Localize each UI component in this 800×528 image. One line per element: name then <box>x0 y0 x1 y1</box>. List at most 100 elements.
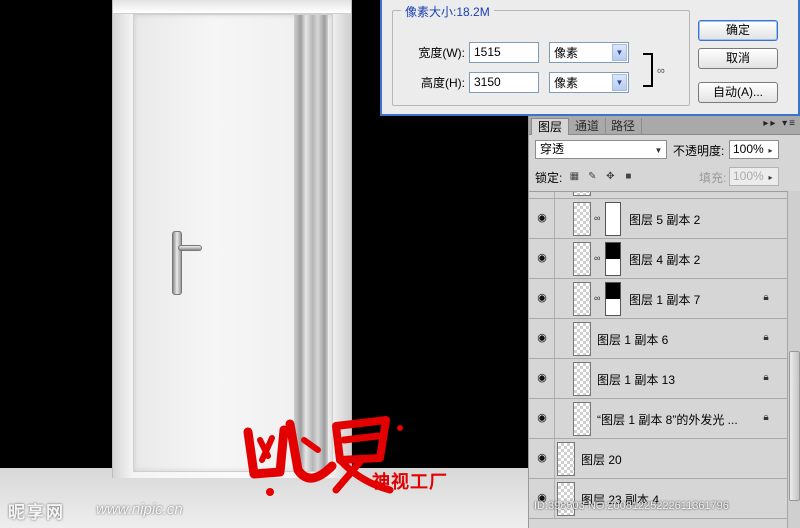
door-panel <box>133 14 333 472</box>
lock-label: 锁定: <box>535 170 563 185</box>
eye-icon[interactable]: ◉ <box>533 331 551 345</box>
layer-row[interactable]: ◉ 图层 1 副本 13 🔒︎ <box>529 359 787 399</box>
layer-mask-thumbnail[interactable] <box>605 202 621 236</box>
eye-icon[interactable]: ◉ <box>533 371 551 385</box>
lock-transparency-icon[interactable]: ▦ <box>568 171 580 183</box>
pixel-dimensions-group: 像素大小:18.2M 宽度(W): 1515 像素 ▼ 高度(H): 3150 … <box>392 3 690 106</box>
layer-mask-thumbnail[interactable] <box>605 282 621 316</box>
image-size-dialog: 像素大小:18.2M 宽度(W): 1515 像素 ▼ 高度(H): 3150 … <box>380 0 800 116</box>
width-unit-select[interactable]: 像素 ▼ <box>549 41 629 63</box>
layer-name: “图层 1 副本 8”的外发光 ... <box>597 413 738 427</box>
width-input[interactable]: 1515 <box>469 41 539 63</box>
pixel-dimensions-title: 像素大小:18.2M <box>401 3 494 20</box>
layer-row[interactable]: ◉ 图层 20 <box>529 439 787 479</box>
layer-mask-thumbnail[interactable] <box>605 242 621 276</box>
layer-name: 图层 5 副本 2 <box>629 213 701 227</box>
blend-mode-select[interactable]: 穿透 ▼ <box>535 140 667 159</box>
eye-icon[interactable]: ◉ <box>533 451 551 465</box>
layer-thumbnail <box>573 192 591 196</box>
lock-icon: 🔒︎ <box>763 412 769 423</box>
layer-row[interactable]: ◉ ∞ 图层 4 副本 2 <box>529 239 787 279</box>
layer-name: 图层 1 副本 7 <box>629 293 701 307</box>
layer-row[interactable]: ◉ “图层 1 副本 8”的外发光 ... 🔒︎ <box>529 399 787 439</box>
opacity-value: 100% <box>733 142 764 156</box>
fill-value: 100% <box>733 169 764 183</box>
lock-move-icon[interactable]: ✥ <box>604 171 616 183</box>
fill-label: 填充: <box>699 171 727 185</box>
visibility-column: ◉ <box>529 359 555 399</box>
logo-slogan: 神视工厂 <box>372 472 448 493</box>
height-input[interactable]: 3150 <box>469 71 539 93</box>
door-frame <box>112 0 352 478</box>
layer-row[interactable]: ◉ ∞ 图层 1 副本 7 🔒︎ <box>529 279 787 319</box>
layer-list: ◉ ∞ 图层 5 副本 2 ◉ ∞ 图层 4 副本 2 ◉ ∞ 图层 1 副本 … <box>529 191 787 528</box>
eye-icon[interactable]: ◉ <box>533 291 551 305</box>
layer-thumbnail <box>557 442 575 476</box>
door-handle-lever <box>178 245 202 251</box>
visibility-column: ◉ <box>529 319 555 359</box>
height-row: 高度(H): 3150 像素 ▼ <box>401 71 629 93</box>
lock-icon: 🔒︎ <box>763 372 769 383</box>
chain-link-icon: ∞ <box>594 253 601 263</box>
triangle-right-icon[interactable]: ▸ <box>764 142 777 159</box>
width-unit-value: 像素 <box>554 45 579 60</box>
chain-link-icon: ∞ <box>594 213 601 223</box>
ok-button[interactable]: 确定 <box>698 20 778 41</box>
scrollbar-thumb[interactable] <box>789 351 800 501</box>
fill-field[interactable]: 100% ▸ <box>729 167 779 186</box>
chevron-down-icon: ▼ <box>654 146 663 155</box>
door-handle <box>172 231 202 295</box>
cancel-button[interactable]: 取消 <box>698 48 778 69</box>
lock-brush-icon[interactable]: ✎ <box>586 171 598 183</box>
height-unit-value: 像素 <box>554 75 579 90</box>
layer-thumbnail <box>573 402 591 436</box>
layer-name: 图层 4 副本 2 <box>629 253 701 267</box>
visibility-column: ◉ <box>529 479 555 519</box>
visibility-column: ◉ <box>529 399 555 439</box>
visibility-column: ◉ <box>529 279 555 319</box>
triangle-right-icon[interactable]: ▸ <box>764 169 777 186</box>
tab-channels[interactable]: 通道 <box>569 118 607 135</box>
opacity-field[interactable]: 100% ▸ <box>729 140 779 159</box>
chain-link-icon: ∞ <box>594 293 601 303</box>
image-id-watermark: ID:398503 NO:20081225222611361796 <box>534 500 729 512</box>
chain-link-icon: ∞ <box>657 65 665 77</box>
layer-row[interactable]: ◉ 图层 1 副本 6 🔒︎ <box>529 319 787 359</box>
layer-name: 图层 20 <box>581 453 622 467</box>
chevron-down-icon: ▼ <box>612 43 627 61</box>
auto-button[interactable]: 自动(A)... <box>698 82 778 103</box>
layer-thumbnail <box>573 362 591 396</box>
layer-row[interactable]: ◉ 图层 23 副本 4 <box>529 479 787 519</box>
eye-icon[interactable]: ◉ <box>533 211 551 225</box>
layers-panel: 图层 通道 路径 ▸▸ ▾≡ 穿透 ▼ 不透明度: 100% ▸ 锁定: ▦ ✎… <box>528 116 800 528</box>
chevron-down-icon: ▼ <box>612 73 627 91</box>
layer-thumbnail <box>573 322 591 356</box>
door-frame-top <box>113 0 351 14</box>
panel-menu-icon[interactable]: ▸▸ ▾≡ <box>763 118 797 129</box>
visibility-column: ◉ <box>529 439 555 479</box>
constrain-bracket <box>643 53 653 87</box>
layer-row[interactable]: ◉ ∞ 图层 5 副本 2 <box>529 199 787 239</box>
layer-list-scrollbar[interactable] <box>787 191 800 528</box>
width-row: 宽度(W): 1515 像素 ▼ <box>401 41 629 63</box>
site-watermark: 昵享网 www.nipic.cn <box>0 494 530 524</box>
panel-tab-bar: 图层 通道 路径 ▸▸ ▾≡ <box>529 116 800 135</box>
visibility-column: ◉ <box>529 239 555 279</box>
height-unit-select[interactable]: 像素 ▼ <box>549 71 629 93</box>
width-label: 宽度(W): <box>418 45 465 60</box>
lock-icon: 🔒︎ <box>763 292 769 303</box>
tab-paths[interactable]: 路径 <box>605 118 643 135</box>
height-label: 高度(H): <box>421 75 465 90</box>
layer-thumbnail <box>573 242 591 276</box>
blend-mode-value: 穿透 <box>540 142 565 156</box>
visibility-column <box>529 192 555 199</box>
eye-icon[interactable]: ◉ <box>533 411 551 425</box>
layer-name: 图层 1 副本 6 <box>597 333 669 347</box>
tab-layers[interactable]: 图层 <box>531 118 570 135</box>
door-decorative-stripe <box>294 15 328 471</box>
eye-icon[interactable]: ◉ <box>533 251 551 265</box>
layer-row[interactable] <box>529 192 787 199</box>
site-url: www.nipic.cn <box>96 501 183 518</box>
opacity-label: 不透明度: <box>673 144 725 158</box>
lock-all-icon[interactable]: ■ <box>622 171 634 183</box>
